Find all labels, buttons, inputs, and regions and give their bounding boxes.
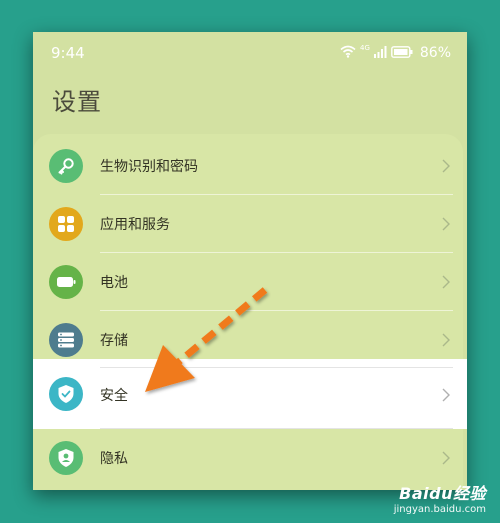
annotation-arrow — [145, 287, 268, 392]
watermark-brand: Baidu经验 — [399, 484, 486, 503]
watermark: Baidu经验 jingyan.baidu.com — [394, 480, 486, 515]
watermark-url: jingyan.baidu.com — [393, 504, 486, 515]
